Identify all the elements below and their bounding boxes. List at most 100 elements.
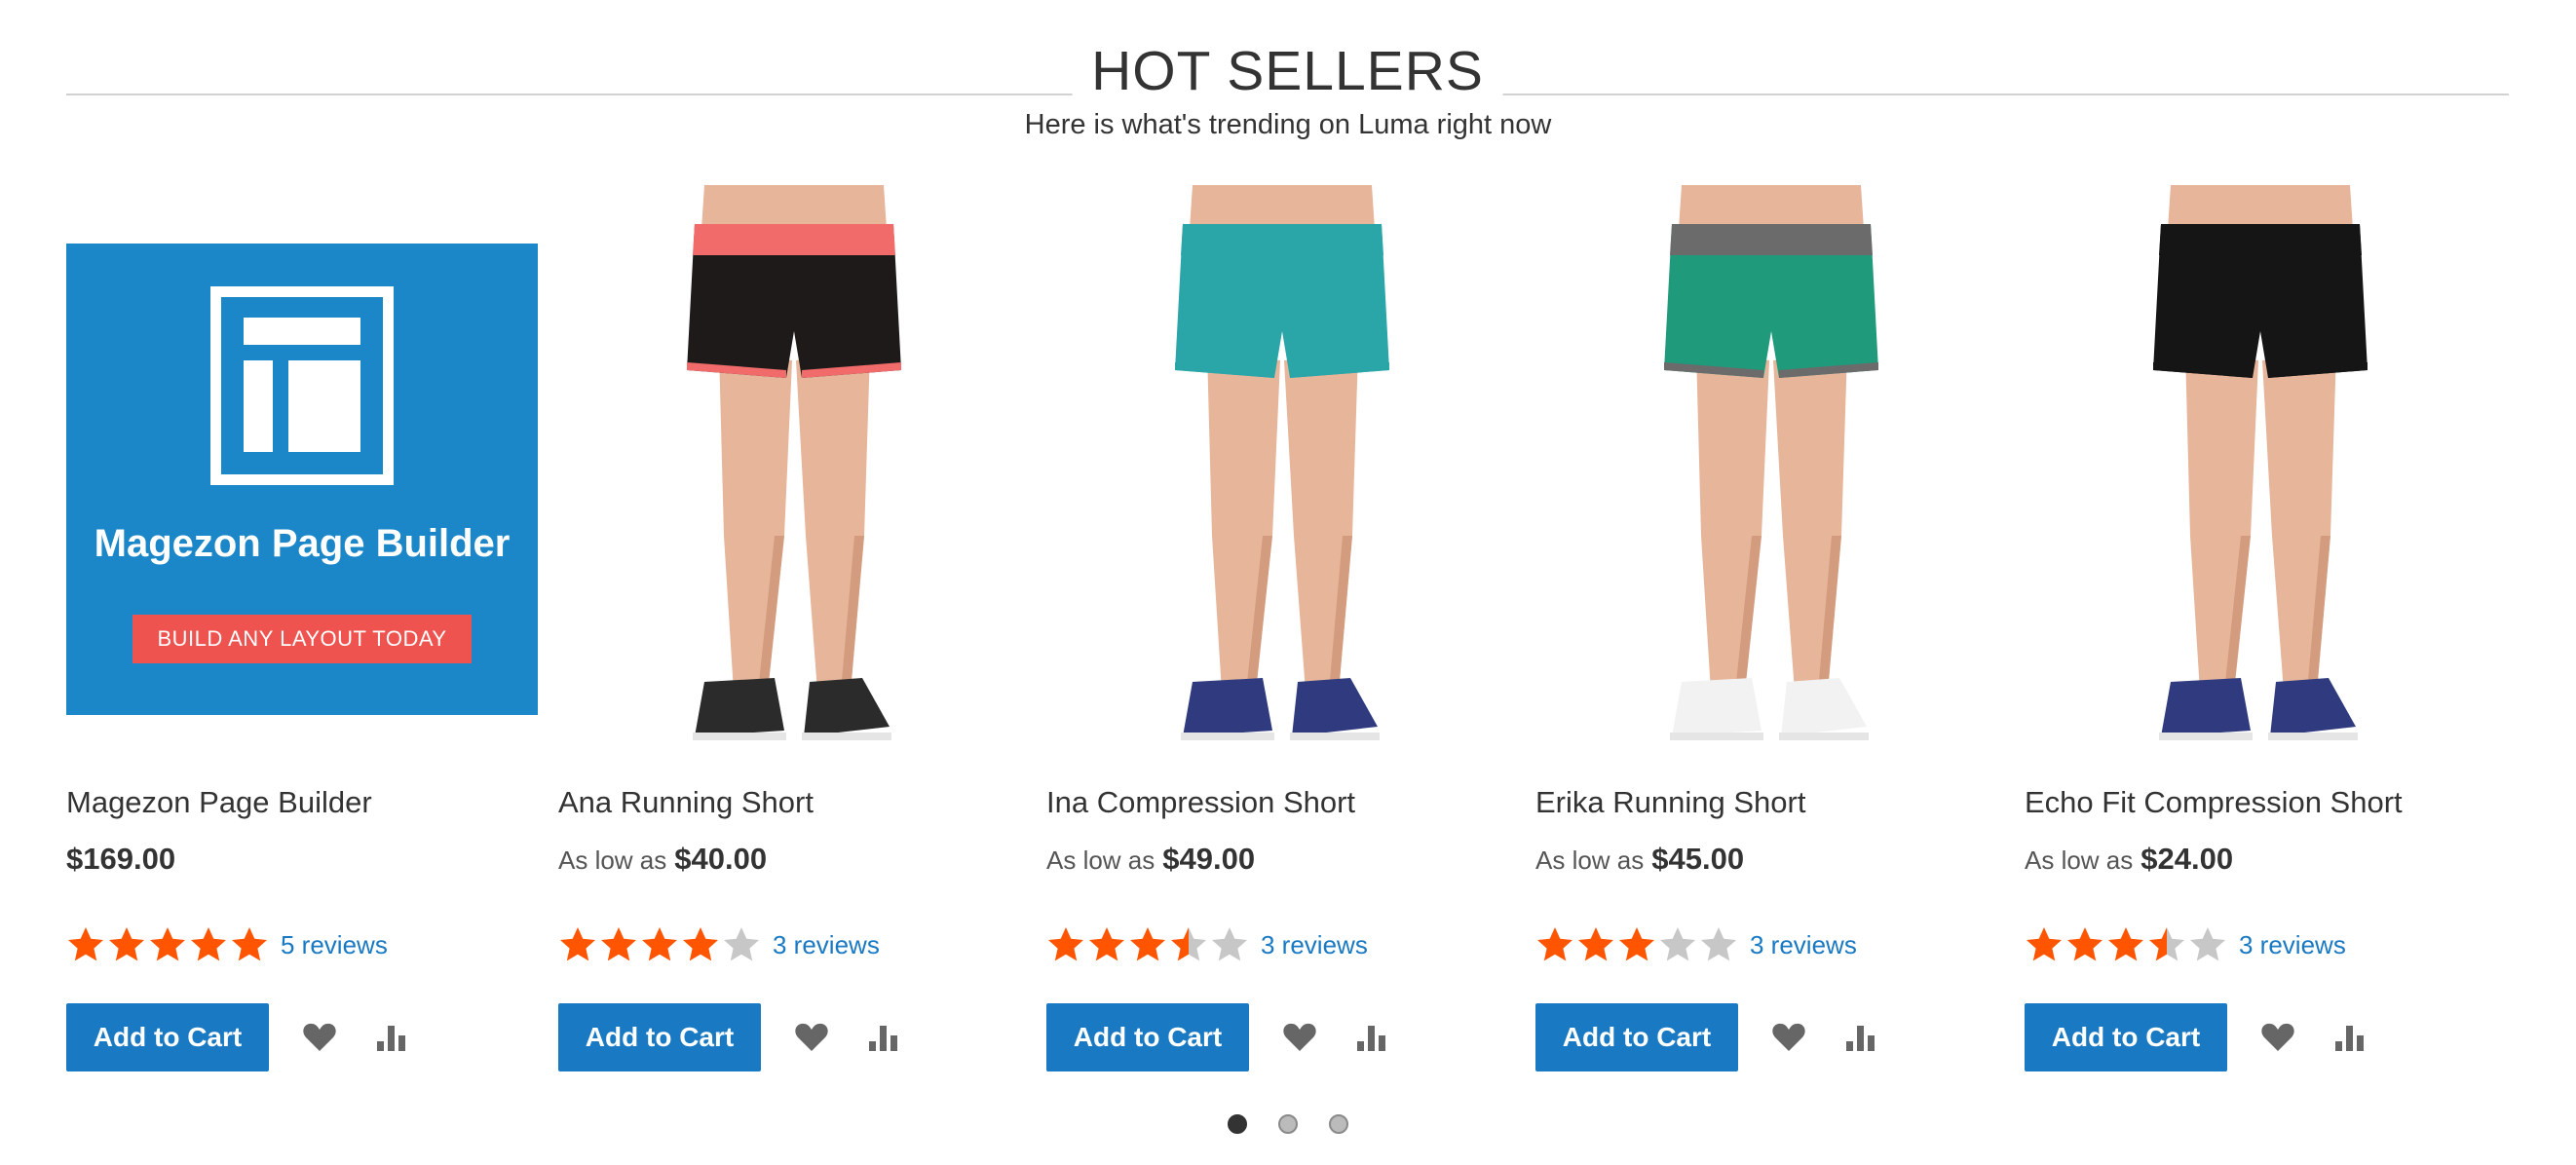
- star-filled-icon: [232, 927, 267, 961]
- reviews-link[interactable]: 3 reviews: [1261, 925, 1368, 964]
- banner-cta-button[interactable]: BUILD ANY LAYOUT TODAY: [133, 615, 472, 663]
- pager-dot[interactable]: [1228, 1114, 1247, 1134]
- product-grid: Magezon Page Builder BUILD ANY LAYOUT TO…: [66, 185, 2509, 1081]
- rating-stars: [66, 925, 271, 964]
- bar-chart-icon[interactable]: [862, 1016, 905, 1059]
- reviews-link[interactable]: 3 reviews: [1750, 925, 1857, 964]
- product-price: As low as $45.00: [1535, 838, 1744, 882]
- product-card: Ina Compression Short As low as $49.00 3 …: [1046, 185, 1518, 1081]
- star-empty-icon: [1660, 927, 1695, 961]
- star-filled-icon: [2067, 927, 2102, 961]
- star-empty-icon: [1212, 927, 1247, 961]
- star-empty-icon: [724, 927, 759, 961]
- bar-chart-icon[interactable]: [370, 1016, 413, 1059]
- heart-icon[interactable]: [790, 1016, 833, 1059]
- product-price: As low as $24.00: [2025, 838, 2233, 882]
- rating-stars: [558, 925, 763, 964]
- star-filled-icon: [1089, 927, 1124, 961]
- product-actions: Add to Cart: [1535, 1003, 1882, 1071]
- product-photo: [1664, 185, 1878, 740]
- product-actions: Add to Cart: [2025, 1003, 2371, 1071]
- product-name-link[interactable]: Magezon Page Builder: [66, 781, 538, 824]
- product-name-link[interactable]: Erika Running Short: [1535, 781, 2007, 824]
- product-card: Ana Running Short As low as $40.00 3 revi…: [558, 185, 1030, 1081]
- product-photo: [1175, 185, 1389, 740]
- price-label: As low as: [558, 846, 667, 875]
- product-rating: 3 reviews: [2025, 925, 2346, 964]
- page-builder-logo-icon: [210, 286, 394, 485]
- star-filled-icon: [191, 927, 226, 961]
- star-filled-icon: [683, 927, 718, 961]
- product-image-link[interactable]: [1046, 185, 1518, 770]
- product-actions: Add to Cart: [66, 1003, 413, 1071]
- product-image-link[interactable]: [558, 185, 1030, 770]
- bar-chart-icon[interactable]: [2329, 1016, 2371, 1059]
- heart-icon[interactable]: [1278, 1016, 1321, 1059]
- bar-chart-icon[interactable]: [1350, 1016, 1393, 1059]
- price-value: $49.00: [1162, 842, 1256, 876]
- product-actions: Add to Cart: [1046, 1003, 1393, 1071]
- star-filled-icon: [1537, 927, 1572, 961]
- add-to-cart-button[interactable]: Add to Cart: [1535, 1003, 1738, 1071]
- star-empty-icon: [2190, 927, 2225, 961]
- star-half-icon: [1171, 927, 1206, 961]
- star-filled-icon: [1130, 927, 1165, 961]
- add-to-cart-button[interactable]: Add to Cart: [66, 1003, 269, 1071]
- price-label: As low as: [1046, 846, 1155, 875]
- price-label: As low as: [1535, 846, 1645, 875]
- reviews-link[interactable]: 3 reviews: [773, 925, 880, 964]
- section-subtitle: Here is what's trending on Luma right no…: [1024, 109, 1552, 140]
- reviews-link[interactable]: 3 reviews: [2239, 925, 2346, 964]
- price-value: $45.00: [1651, 842, 1745, 876]
- banner-title: Magezon Page Builder: [94, 522, 511, 565]
- promo-banner[interactable]: Magezon Page Builder BUILD ANY LAYOUT TO…: [66, 244, 538, 715]
- product-price: $169.00: [66, 838, 175, 881]
- carousel-pager: [0, 1114, 2576, 1134]
- rating-stars: [1535, 925, 1740, 964]
- product-image-link[interactable]: Magezon Page Builder BUILD ANY LAYOUT TO…: [66, 185, 538, 770]
- pager-dot[interactable]: [1329, 1114, 1348, 1134]
- product-actions: Add to Cart: [558, 1003, 905, 1071]
- product-image-link[interactable]: [2025, 185, 2496, 770]
- star-filled-icon: [2108, 927, 2143, 961]
- product-card: Magezon Page Builder BUILD ANY LAYOUT TO…: [66, 185, 538, 1081]
- add-to-cart-button[interactable]: Add to Cart: [558, 1003, 761, 1071]
- pager-dot[interactable]: [1278, 1114, 1298, 1134]
- heart-icon[interactable]: [2256, 1016, 2299, 1059]
- rating-stars: [2025, 925, 2229, 964]
- heart-icon[interactable]: [1767, 1016, 1810, 1059]
- product-name-link[interactable]: Ana Running Short: [558, 781, 1030, 824]
- reviews-link[interactable]: 5 reviews: [281, 925, 388, 964]
- bar-chart-icon[interactable]: [1839, 1016, 1882, 1059]
- product-card: Erika Running Short As low as $45.00 3 re…: [1535, 185, 2007, 1081]
- product-name-link[interactable]: Echo Fit Compression Short: [2025, 781, 2496, 824]
- price-value: $40.00: [674, 842, 768, 876]
- product-price: As low as $49.00: [1046, 838, 1255, 882]
- add-to-cart-button[interactable]: Add to Cart: [2025, 1003, 2227, 1071]
- price-value: $169.00: [66, 842, 176, 876]
- product-price: As low as $40.00: [558, 838, 767, 882]
- heart-icon[interactable]: [298, 1016, 341, 1059]
- product-rating: 3 reviews: [558, 925, 880, 964]
- star-half-icon: [2149, 927, 2184, 961]
- product-rating: 3 reviews: [1046, 925, 1368, 964]
- star-filled-icon: [109, 927, 144, 961]
- star-filled-icon: [68, 927, 103, 961]
- add-to-cart-button[interactable]: Add to Cart: [1046, 1003, 1249, 1071]
- section-heading: HOT SELLERS: [66, 33, 2509, 111]
- star-filled-icon: [1619, 927, 1654, 961]
- star-filled-icon: [150, 927, 185, 961]
- product-name-link[interactable]: Ina Compression Short: [1046, 781, 1518, 824]
- star-filled-icon: [1048, 927, 1083, 961]
- section-title: HOT SELLERS: [1072, 33, 1503, 109]
- rating-stars: [1046, 925, 1251, 964]
- product-image-link[interactable]: [1535, 185, 2007, 770]
- product-photo: [687, 185, 901, 740]
- star-empty-icon: [1701, 927, 1736, 961]
- price-value: $24.00: [2140, 842, 2234, 876]
- product-rating: 5 reviews: [66, 925, 388, 964]
- star-filled-icon: [2027, 927, 2062, 961]
- star-filled-icon: [1578, 927, 1613, 961]
- product-photo: [2153, 185, 2368, 740]
- product-rating: 3 reviews: [1535, 925, 1857, 964]
